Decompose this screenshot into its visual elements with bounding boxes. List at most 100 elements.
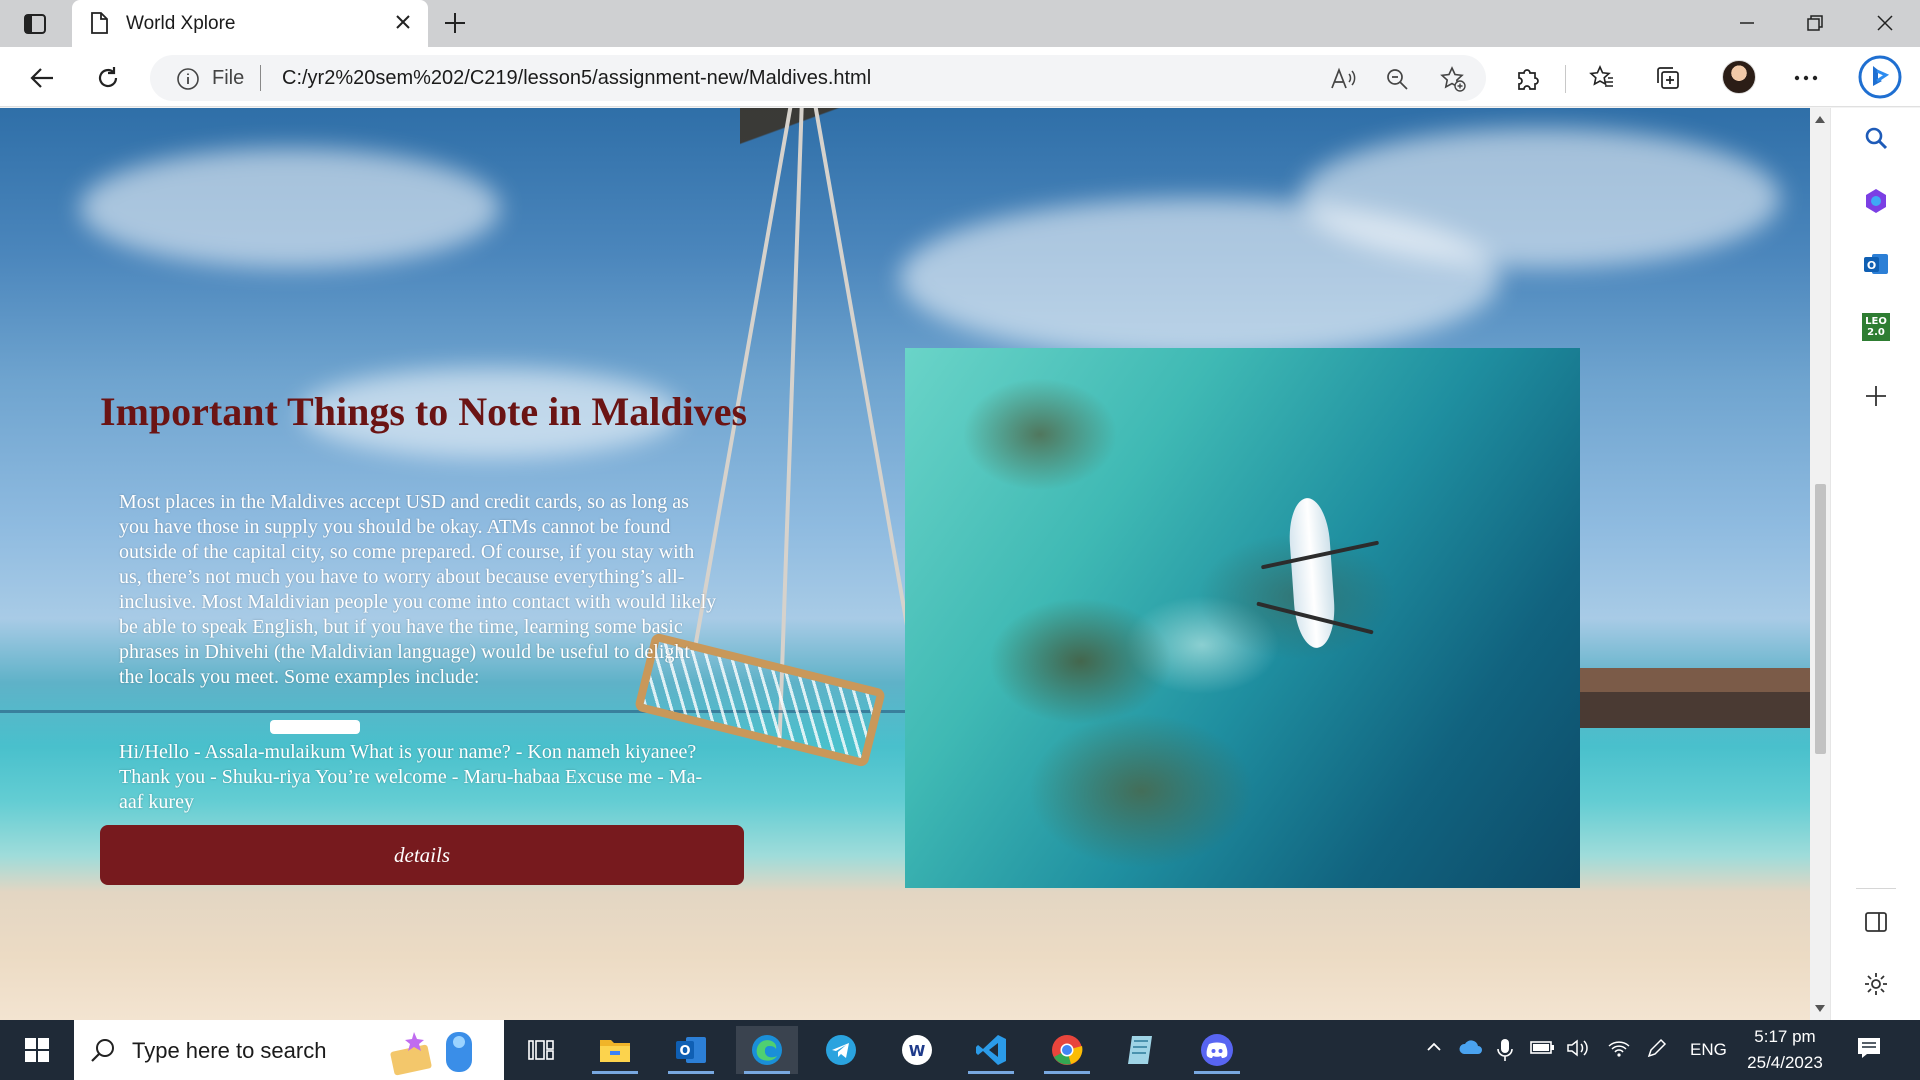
language-indicator[interactable]: ENG xyxy=(1690,1040,1727,1060)
sidebar-games-button[interactable] xyxy=(1858,183,1894,219)
running-indicator xyxy=(968,1071,1014,1074)
microphone-tray-button[interactable] xyxy=(1497,1038,1513,1067)
notifications-button[interactable] xyxy=(1856,1036,1882,1065)
info-icon[interactable] xyxy=(176,67,200,96)
taskbar-discord[interactable] xyxy=(1186,1026,1248,1074)
pen-tray-button[interactable] xyxy=(1645,1038,1667,1065)
new-tab-button[interactable] xyxy=(442,10,468,41)
battery-icon xyxy=(1530,1041,1554,1054)
minimize-button[interactable] xyxy=(1724,10,1770,36)
close-window-button[interactable] xyxy=(1862,10,1908,36)
address-scheme: File xyxy=(212,67,245,89)
taskbar-outlook[interactable]: O xyxy=(660,1026,722,1074)
taskbar-file-explorer[interactable] xyxy=(584,1026,646,1074)
phrases-paragraph: Hi/Hello - Assala-mulaikum What is your … xyxy=(119,741,703,813)
profile-avatar[interactable] xyxy=(1722,60,1756,94)
clock-time: 5:17 pm xyxy=(1754,1027,1816,1046)
favorites-button[interactable] xyxy=(1586,62,1618,94)
running-indicator xyxy=(592,1071,638,1074)
taskbar-app-w[interactable]: W xyxy=(886,1026,948,1074)
tab-actions-button[interactable] xyxy=(14,10,56,38)
background-boat xyxy=(270,720,360,734)
sidebar-toggle-button[interactable] xyxy=(1858,904,1894,940)
plus-icon xyxy=(445,13,465,33)
scroll-down-arrow[interactable] xyxy=(1815,1005,1825,1012)
volume-tray-button[interactable] xyxy=(1566,1038,1590,1063)
games-icon xyxy=(1866,189,1886,213)
arrow-left-icon xyxy=(30,68,53,88)
collections-button[interactable] xyxy=(1652,62,1684,94)
pen-icon xyxy=(1647,1038,1667,1058)
plus-icon xyxy=(1866,386,1886,406)
edge-sidebar: O LEO 2.0 xyxy=(1830,108,1920,1020)
tab-strip: World Xplore xyxy=(0,0,1920,47)
chevron-up-icon xyxy=(1427,1042,1441,1051)
page-scrollbar[interactable] xyxy=(1810,108,1830,1020)
sidebar-settings-button[interactable] xyxy=(1858,966,1894,1002)
kayak-aerial-photo xyxy=(905,348,1580,888)
zoom-out-button[interactable] xyxy=(1384,66,1410,92)
star-add-icon xyxy=(1440,66,1466,92)
sidebar-add-button[interactable] xyxy=(1858,378,1894,414)
running-indicator xyxy=(1194,1071,1240,1074)
taskbar-telegram[interactable] xyxy=(810,1026,872,1074)
bing-chat-button[interactable] xyxy=(1854,51,1906,103)
restore-icon xyxy=(1807,15,1823,31)
taskbar-chrome[interactable] xyxy=(1036,1026,1098,1074)
address-bar[interactable]: File C:/yr2%20sem%202/C219/lesson5/assig… xyxy=(150,55,1486,101)
read-aloud-button[interactable] xyxy=(1330,66,1356,92)
scroll-up-arrow[interactable] xyxy=(1815,116,1825,123)
palm-leaf-shadow xyxy=(740,108,940,168)
windows-taskbar: Type here to search O W ENG 5:17 pm 25/4… xyxy=(0,1020,1920,1080)
collections-icon xyxy=(1657,67,1679,89)
panel-icon xyxy=(1865,912,1887,932)
toolbar-divider xyxy=(1565,65,1566,93)
details-button[interactable]: details xyxy=(100,825,744,885)
search-placeholder: Type here to search xyxy=(132,1038,327,1063)
app-w-icon: W xyxy=(902,1035,932,1065)
tab-actions-icon xyxy=(24,14,46,34)
add-favorite-button[interactable] xyxy=(1440,66,1466,92)
scroll-thumb[interactable] xyxy=(1815,484,1826,754)
browser-toolbar: File C:/yr2%20sem%202/C219/lesson5/assig… xyxy=(0,47,1920,107)
back-button[interactable] xyxy=(26,62,58,94)
browser-tab[interactable]: World Xplore xyxy=(72,0,428,47)
info-paragraph: Most places in the Maldives accept USD a… xyxy=(119,491,717,688)
sidebar-divider xyxy=(1856,888,1896,889)
task-view-button[interactable] xyxy=(510,1026,572,1074)
network-tray-button[interactable] xyxy=(1607,1038,1631,1063)
close-icon xyxy=(396,15,410,29)
tab-title: World Xplore xyxy=(126,13,236,34)
show-hidden-icons-button[interactable] xyxy=(1425,1038,1443,1061)
sidebar-search-button[interactable] xyxy=(1858,120,1894,156)
page-viewport: Important Things to Note in Maldives Mos… xyxy=(0,108,1810,1020)
discord-icon xyxy=(1201,1034,1233,1066)
sidebar-outlook-button[interactable]: O xyxy=(1858,246,1894,282)
refresh-button[interactable] xyxy=(92,62,124,94)
taskbar-search-box[interactable]: Type here to search xyxy=(74,1020,504,1080)
more-options-button[interactable] xyxy=(1790,62,1822,94)
sidebar-leo-button[interactable]: LEO 2.0 xyxy=(1858,309,1894,345)
water-villas xyxy=(1578,668,1810,728)
extensions-button[interactable] xyxy=(1512,62,1544,94)
minimize-icon xyxy=(1740,22,1754,24)
folder-icon xyxy=(600,1040,630,1062)
zoom-out-icon xyxy=(1387,69,1408,90)
taskbar-clock[interactable]: 5:17 pm 25/4/2023 xyxy=(1740,1024,1830,1076)
onedrive-tray-button[interactable] xyxy=(1458,1038,1484,1061)
restore-button[interactable] xyxy=(1792,10,1838,36)
close-tab-button[interactable] xyxy=(392,11,414,38)
battery-tray-button[interactable] xyxy=(1530,1038,1556,1061)
svg-text:W: W xyxy=(909,1042,926,1060)
running-indicator xyxy=(668,1071,714,1074)
start-button[interactable] xyxy=(6,1026,68,1074)
leo-icon: LEO 2.0 xyxy=(1862,313,1890,341)
taskbar-vscode[interactable] xyxy=(960,1026,1022,1074)
page-heading: Important Things to Note in Maldives xyxy=(100,389,748,434)
taskbar-edge[interactable] xyxy=(736,1026,798,1074)
search-highlight-icon xyxy=(390,1032,472,1076)
telegram-icon xyxy=(826,1035,856,1065)
taskbar-notes-app[interactable] xyxy=(1110,1026,1172,1074)
address-url[interactable]: C:/yr2%20sem%202/C219/lesson5/assignment… xyxy=(282,67,871,90)
swing-rope xyxy=(812,108,921,690)
